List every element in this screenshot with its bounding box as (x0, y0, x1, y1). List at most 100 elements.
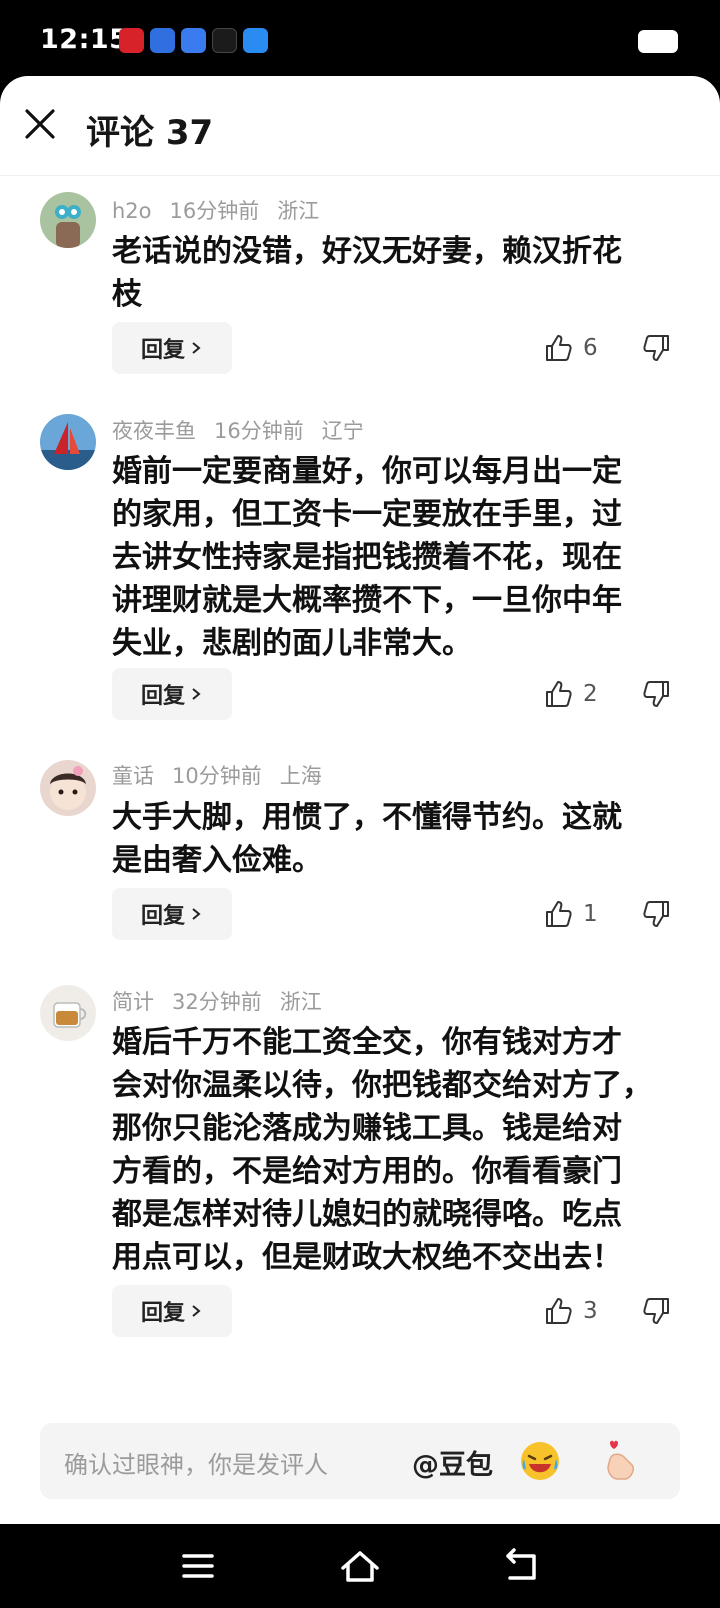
like-count: 2 (583, 681, 598, 707)
laughing-emoji-icon (521, 1442, 559, 1480)
comment-line: 讲理财就是大概率攒不下，一旦你中年 (112, 583, 622, 618)
comment-item: h2o 16分钟前 浙江 老话说的没错，好汉无好妻，赖汉折花 枝 回复 6 (0, 177, 720, 392)
mention-button[interactable]: @豆包 (412, 1443, 493, 1482)
comment-item: 夜夜丰鱼 16分钟前 辽宁 婚前一定要商量好，你可以每月出一定 的家用，但工资卡一定… (0, 397, 720, 737)
comment-list[interactable]: h2o 16分钟前 浙江 老话说的没错，好汉无好妻，赖汉折花 枝 回复 6 夜夜… (0, 177, 720, 1482)
battery-icon (638, 30, 678, 53)
comment-time: 32分钟前 (172, 990, 262, 1014)
comment-item: 童话 10分钟前 上海 大手大脚，用惯了，不懂得节约。这就 是由奢入俭难。 回复 1 (0, 743, 720, 958)
avatar-image-icon (40, 414, 96, 470)
comment-location: 上海 (279, 764, 322, 788)
comment-line: 大手大脚，用惯了，不懂得节约。这就 (112, 800, 622, 835)
comment-text: 婚后千万不能工资全交，你有钱对方才 会对你温柔以待，你把钱都交给对方了， 那你只… (112, 1021, 682, 1279)
browser-icon (243, 28, 268, 53)
system-nav-bar (0, 1524, 720, 1608)
comment-username[interactable]: h2o (112, 199, 152, 223)
comment-line: 用点可以，但是财政大权绝不交出去！ (112, 1240, 622, 1275)
reply-button[interactable]: 回复 (112, 668, 232, 720)
reply-button[interactable]: 回复 (112, 1285, 232, 1337)
status-bar: 12:15 (0, 0, 720, 80)
like-button[interactable]: 3 (543, 1285, 603, 1337)
avatar-image-icon (40, 760, 96, 816)
home-icon (341, 1551, 379, 1582)
comment-input-placeholder: 确认过眼神，你是发评人 (64, 1451, 328, 1479)
comment-line: 婚前一定要商量好，你可以每月出一定 (112, 454, 622, 489)
comment-line: 婚后千万不能工资全交，你有钱对方才 (112, 1025, 622, 1060)
comment-line: 去讲女性持家是指把钱攒着不花，现在 (112, 540, 622, 575)
like-button[interactable]: 1 (543, 888, 603, 940)
close-icon (25, 109, 55, 139)
comment-meta: 简计 32分钟前 浙江 (112, 986, 340, 1016)
comment-item: 简计 32分钟前 浙江 婚后千万不能工资全交，你有钱对方才 会对你温柔以待，你把钱都… (0, 969, 720, 1359)
avatar[interactable] (40, 985, 96, 1041)
comment-location: 浙江 (277, 199, 320, 223)
close-button[interactable] (20, 104, 60, 144)
thumbs-up-icon (546, 681, 572, 707)
chevron-right-icon (192, 688, 201, 700)
comment-line: 老话说的没错，好汉无好妻，赖汉折花 (112, 234, 622, 269)
chevron-right-icon (192, 342, 201, 354)
thumbs-down-icon (643, 335, 669, 361)
comment-username[interactable]: 夜夜丰鱼 (112, 419, 196, 443)
home-button[interactable] (338, 1544, 382, 1588)
chevron-right-icon (192, 908, 201, 920)
reply-button[interactable]: 回复 (112, 888, 232, 940)
avatar[interactable] (40, 414, 96, 470)
comment-text: 婚前一定要商量好，你可以每月出一定 的家用，但工资卡一定要放在手里，过 去讲女性… (112, 450, 682, 665)
menu-icon (182, 1554, 214, 1578)
comment-line: 那你只能沦落成为赚钱工具。钱是给对 (112, 1111, 622, 1146)
finger-heart-emoji-button[interactable] (598, 1439, 642, 1483)
comments-title: 评论 37 (86, 113, 214, 153)
finger-heart-icon (607, 1440, 634, 1480)
reply-label: 回复 (140, 904, 185, 929)
comment-time: 16分钟前 (169, 199, 260, 223)
comment-time: 10分钟前 (172, 764, 262, 788)
docs-icon (150, 28, 175, 53)
avatar[interactable] (40, 760, 96, 816)
reply-label: 回复 (140, 338, 185, 363)
dislike-button[interactable] (642, 322, 682, 374)
comment-meta: 夜夜丰鱼 16分钟前 辽宁 (112, 415, 382, 445)
notification-icons (119, 28, 268, 53)
comment-meta: h2o 16分钟前 浙江 (112, 195, 337, 225)
dislike-button[interactable] (642, 668, 682, 720)
comment-text: 大手大脚，用惯了，不懂得节约。这就 是由奢入俭难。 (112, 796, 682, 882)
menu-button[interactable] (176, 1544, 220, 1588)
like-button[interactable]: 2 (543, 668, 603, 720)
thumbs-up-icon (546, 335, 572, 361)
sheet-header: 评论 37 (0, 76, 720, 176)
comment-username[interactable]: 简计 (112, 990, 154, 1014)
dislike-button[interactable] (642, 888, 682, 940)
avatar[interactable] (40, 192, 96, 248)
dislike-button[interactable] (642, 1285, 682, 1337)
thumbs-up-icon (546, 1298, 572, 1324)
like-count: 6 (583, 335, 598, 361)
like-count: 3 (583, 1298, 598, 1324)
back-button[interactable] (500, 1544, 544, 1588)
comment-line: 方看的，不是给对方用的。你看看豪门 (112, 1154, 622, 1189)
comment-line: 失业，悲剧的面儿非常大。 (112, 626, 472, 661)
thumbs-down-icon (643, 901, 669, 927)
comment-text: 老话说的没错，好汉无好妻，赖汉折花 枝 (112, 230, 682, 316)
comment-location: 浙江 (279, 990, 322, 1014)
douyin-icon (212, 28, 237, 53)
back-icon (506, 1548, 536, 1580)
status-time: 12:15 (40, 24, 129, 55)
comment-username[interactable]: 童话 (112, 764, 154, 788)
avatar-image-icon (40, 192, 96, 248)
thumbs-down-icon (643, 1298, 669, 1324)
comment-input[interactable]: 确认过眼神，你是发评人 @豆包 (40, 1423, 680, 1499)
comment-sheet: 评论 37 h2o 16分钟前 浙江 老话说的没错，好汉无好妻，赖汉折花 枝 回… (0, 76, 720, 1524)
comment-time: 16分钟前 (214, 419, 304, 443)
comment-line: 是由奢入俭难。 (112, 843, 322, 878)
reply-button[interactable]: 回复 (112, 322, 232, 374)
like-button[interactable]: 6 (543, 322, 603, 374)
avatar-image-icon (40, 985, 96, 1041)
reply-label: 回复 (140, 1301, 185, 1326)
comment-line: 枝 (112, 277, 142, 312)
laughing-emoji-button[interactable] (518, 1439, 562, 1483)
xiaohongshu-icon (119, 28, 144, 53)
reply-label: 回复 (140, 684, 185, 709)
comment-line: 的家用，但工资卡一定要放在手里，过 (112, 497, 622, 532)
comment-location: 辽宁 (321, 419, 364, 443)
